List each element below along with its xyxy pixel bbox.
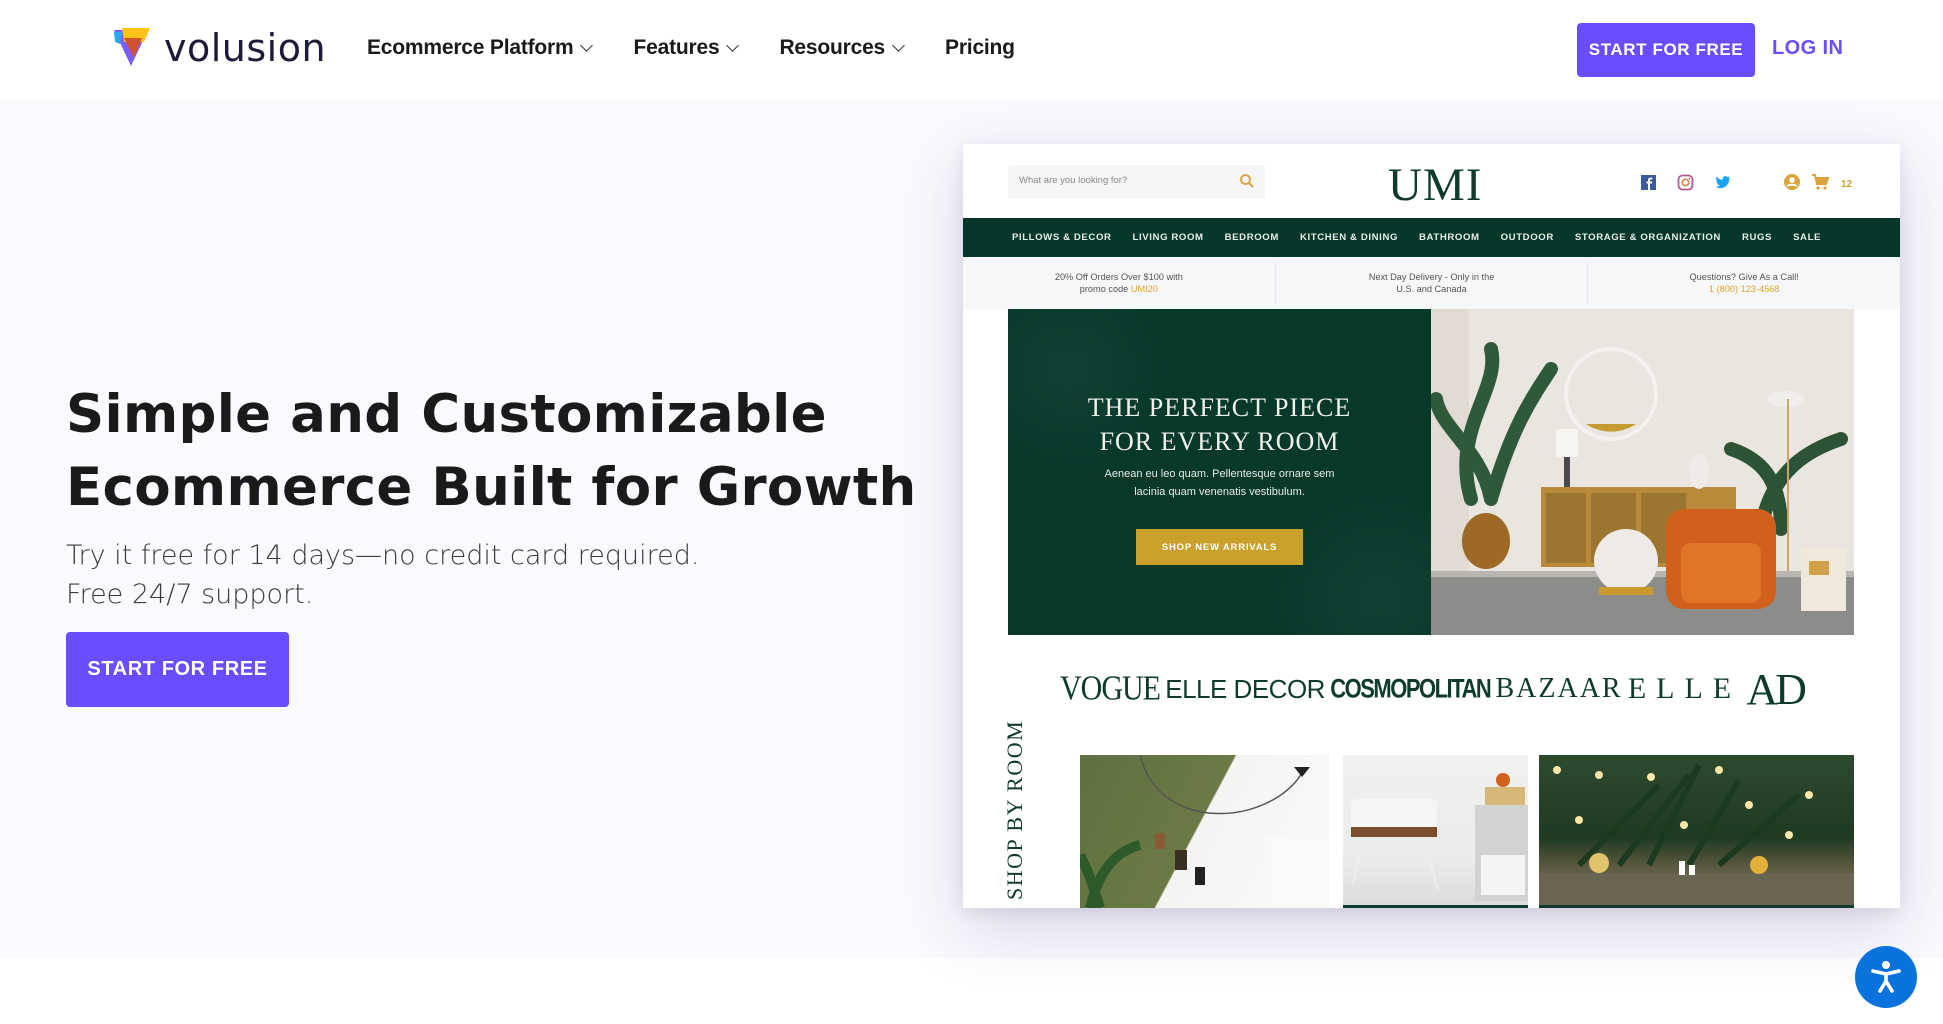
promo-text: Next Day Delivery - Only in the: [1368, 272, 1495, 282]
living-room-photo: [1431, 309, 1854, 635]
room-tile-nursery: [1343, 755, 1528, 908]
nav-label: Features: [633, 36, 720, 59]
mockup-press-logos: VOGUE ELLE DECOR COSMOPOLITAN BAZAAR ELL…: [1008, 664, 1854, 714]
account-icon: [1783, 173, 1801, 196]
mockup-category-nav: PILLOWS & DECOR LIVING ROOM BEDROOM KITC…: [963, 218, 1900, 257]
shop-by-room-label: SHOP BY ROOM: [1002, 719, 1027, 900]
umi-logo: UMI: [1388, 159, 1483, 211]
press-logo-bazaar: BAZAAR: [1495, 673, 1623, 704]
chevron-down-icon: [892, 38, 905, 52]
nav-pricing[interactable]: Pricing: [945, 36, 1015, 60]
subtext-line-1: Try it free for 14 days—no credit card r…: [66, 540, 700, 571]
hero-start-for-free-button[interactable]: START FOR FREE: [66, 632, 289, 707]
banner-title-line: THE PERFECT PIECE: [1087, 393, 1352, 422]
headline-line-1: Simple and Customizable: [66, 384, 827, 445]
room-photo-living: [1080, 755, 1329, 908]
mockup-nav-item: STORAGE & ORGANIZATION: [1574, 232, 1721, 243]
nav-features[interactable]: Features: [633, 36, 740, 60]
nav-label: Pricing: [945, 36, 1015, 59]
hero-headline: Simple and Customizable Ecommerce Built …: [66, 378, 917, 524]
room-tile-living: [1080, 755, 1329, 908]
twitter-icon: [1713, 173, 1732, 192]
cart-count: 12: [1841, 179, 1853, 190]
mockup-promo-strip: 20% Off Orders Over $100 with promo code…: [963, 257, 1900, 309]
mockup-nav-item: LIVING ROOM: [1132, 232, 1204, 243]
mockup-nav-item: KITCHEN & DINING: [1299, 232, 1399, 243]
mockup-search-field: What are you looking for?: [1008, 165, 1265, 198]
promo-text: Questions? Give As a Call!: [1689, 272, 1799, 282]
instagram-icon: [1676, 173, 1695, 192]
header-start-for-free-button[interactable]: START FOR FREE: [1577, 23, 1755, 77]
promo-text: 20% Off Orders Over $100 with: [1054, 272, 1183, 282]
room-photo-nursery: [1351, 773, 1528, 901]
headline-line-2: Ecommerce Built for Growth: [66, 457, 917, 518]
accessibility-button[interactable]: [1855, 946, 1917, 1008]
nav-label: Ecommerce Platform: [367, 36, 574, 59]
hero-subtext: Try it free for 14 days—no credit card r…: [66, 536, 700, 614]
room-tile-outdoor: [1539, 755, 1854, 908]
promo-code: UMI20: [1130, 284, 1158, 294]
banner-body-line: Aenean eu leo quam. Pellentesque ornare …: [1104, 468, 1335, 480]
mockup-nav-item: RUGS: [1741, 232, 1773, 243]
mockup-nav-item: SALE: [1793, 232, 1822, 243]
accessibility-icon: [1871, 961, 1901, 993]
press-logo-elle: ELLE: [1627, 672, 1742, 705]
press-logo-ad: AD: [1746, 664, 1807, 714]
main-nav: Ecommerce Platform Features Resources Pr…: [367, 36, 1057, 60]
mockup-account-area: 12: [1783, 173, 1852, 196]
banner-title-line: FOR EVERY ROOM: [1099, 427, 1340, 456]
chevron-down-icon: [726, 38, 740, 52]
store-mockup: What are you looking for? UMI 12 PILLOWS…: [963, 144, 1900, 908]
room-photo-outdoor: [1539, 763, 1854, 905]
promo-phone-number: 1 (800) 123-4568: [1708, 284, 1780, 294]
promo-text: U.S. and Canada: [1396, 284, 1467, 294]
mockup-hero-banner: THE PERFECT PIECE FOR EVERY ROOM Aenean …: [1008, 309, 1431, 635]
press-logo-vogue: VOGUE: [1060, 669, 1161, 708]
chevron-down-icon: [580, 38, 594, 52]
volusion-logo-icon: [114, 28, 150, 66]
promo-phone: Questions? Give As a Call! 1 (800) 123-4…: [1588, 263, 1900, 303]
page: volusion Ecommerce Platform Features Res…: [0, 0, 1943, 1024]
nav-label: Resources: [779, 36, 886, 59]
banner-body: Aenean eu leo quam. Pellentesque ornare …: [1008, 465, 1431, 501]
living-room-illustration: [1431, 309, 1854, 635]
banner-title: THE PERFECT PIECE FOR EVERY ROOM: [1008, 391, 1431, 459]
nav-resources[interactable]: Resources: [779, 36, 905, 60]
search-icon: [1240, 174, 1254, 188]
mockup-nav-item: OUTDOOR: [1500, 232, 1554, 243]
site-header: volusion Ecommerce Platform Features Res…: [0, 0, 1943, 100]
mockup-search-placeholder: What are you looking for?: [1019, 175, 1128, 186]
press-logo-cosmopolitan: COSMOPOLITAN: [1330, 673, 1492, 704]
facebook-icon: [1639, 173, 1658, 192]
mockup-nav-item: BATHROOM: [1419, 232, 1480, 243]
promo-discount: 20% Off Orders Over $100 with promo code…: [963, 263, 1276, 303]
logo-text: volusion: [164, 26, 327, 70]
nav-ecommerce-platform[interactable]: Ecommerce Platform: [367, 36, 594, 60]
promo-delivery: Next Day Delivery - Only in the U.S. and…: [1276, 263, 1589, 303]
mockup-social-icons: [1639, 173, 1732, 192]
cart-icon: [1811, 173, 1831, 196]
promo-text: promo code: [1079, 284, 1131, 294]
login-link[interactable]: LOG IN: [1772, 37, 1843, 60]
volusion-logo[interactable]: volusion: [110, 26, 326, 70]
mockup-nav-item: BEDROOM: [1224, 232, 1279, 243]
subtext-line-2: Free 24/7 support.: [66, 579, 314, 610]
mockup-nav-item: PILLOWS & DECOR: [1011, 232, 1112, 243]
banner-body-line: lacinia quam venenatis vestibulum.: [1134, 486, 1305, 498]
shop-new-arrivals-button: SHOP NEW ARRIVALS: [1136, 529, 1303, 565]
press-logo-elle-decor: ELLE DECOR: [1165, 673, 1325, 704]
